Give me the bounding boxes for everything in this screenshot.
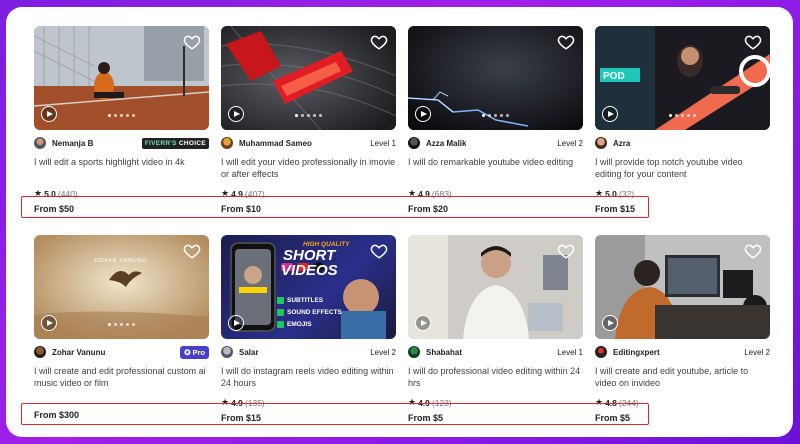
seller-name[interactable]: Shabahat: [426, 348, 557, 357]
seller-row: Salar Level 2: [221, 345, 396, 359]
seller-name[interactable]: Editingxpert: [613, 348, 744, 357]
avatar[interactable]: [34, 346, 46, 358]
carousel-dots[interactable]: [669, 114, 696, 117]
promo-emojis: EMOJIS: [287, 321, 312, 328]
gig-title[interactable]: I will create and edit professional cust…: [34, 365, 209, 389]
thumbnail-caption: ZOHAR VANUNU: [94, 258, 148, 264]
promo-subtitles: SUBTITLES: [287, 297, 324, 304]
seller-row: Nemanja B FIVERR'S CHOICE: [34, 136, 209, 150]
promo-sound: SOUND EFFECTS: [287, 309, 342, 316]
gig-title[interactable]: I will provide top notch youtube video e…: [595, 156, 770, 180]
heart-icon[interactable]: [370, 242, 388, 260]
avatar[interactable]: [408, 346, 420, 358]
gig-title[interactable]: I will edit a sports highlight video in …: [34, 156, 209, 168]
play-icon[interactable]: [228, 315, 244, 331]
heart-icon[interactable]: [557, 33, 575, 51]
play-icon[interactable]: [415, 315, 431, 331]
carousel-dots[interactable]: [108, 114, 135, 117]
seller-name[interactable]: Azza Malik: [426, 139, 557, 148]
carousel-dots[interactable]: [108, 323, 135, 326]
gig-title[interactable]: I will do instagram reels video editing …: [221, 365, 396, 389]
promo-videos: VIDEOS: [281, 262, 338, 279]
heart-icon[interactable]: [183, 33, 201, 51]
seller-name[interactable]: Salar: [239, 348, 370, 357]
gig-thumbnail[interactable]: [34, 26, 209, 130]
gig-thumbnail[interactable]: [408, 26, 583, 130]
avatar[interactable]: [595, 346, 607, 358]
play-icon[interactable]: [41, 106, 57, 122]
fiverrs-choice-badge: FIVERR'S CHOICE: [141, 137, 209, 149]
play-icon[interactable]: [415, 106, 431, 122]
heart-icon[interactable]: [557, 242, 575, 260]
price-highlight-box: [21, 196, 649, 218]
seller-name[interactable]: Azra: [613, 139, 770, 148]
gig-thumbnail[interactable]: [221, 26, 396, 130]
avatar[interactable]: [34, 137, 46, 149]
heart-icon[interactable]: [744, 242, 762, 260]
seller-name[interactable]: Nemanja B: [52, 139, 142, 148]
gig-title[interactable]: I will create and edit youtube, article …: [595, 365, 770, 389]
carousel-dots[interactable]: [482, 114, 509, 117]
gig-thumbnail[interactable]: [595, 235, 770, 339]
seller-row: Azza Malik Level 2: [408, 136, 583, 150]
seller-row: Azra: [595, 136, 770, 150]
seller-level: Level 1: [557, 347, 583, 357]
gig-grid: Nemanja B FIVERR'S CHOICE I will edit a …: [6, 7, 793, 437]
play-icon[interactable]: [602, 106, 618, 122]
seller-row: Muhammad Sameo Level 1: [221, 136, 396, 150]
avatar[interactable]: [595, 137, 607, 149]
play-icon[interactable]: [41, 315, 57, 331]
avatar[interactable]: [408, 137, 420, 149]
seller-name[interactable]: Zohar Vanunu: [52, 348, 180, 357]
gig-thumbnail[interactable]: ZOHAR VANUNU: [34, 235, 209, 339]
play-icon[interactable]: [228, 106, 244, 122]
gig-title[interactable]: I will edit your video professionally in…: [221, 156, 396, 180]
seller-row: Zohar Vanunu ✪ Pro: [34, 345, 209, 359]
gig-results-panel: Nemanja B FIVERR'S CHOICE I will edit a …: [6, 7, 793, 437]
gig-thumbnail[interactable]: [408, 235, 583, 339]
svg-text:POD: POD: [603, 71, 625, 82]
heart-icon[interactable]: [744, 33, 762, 51]
gig-thumbnail[interactable]: HIGH QUALITY SHORT VIDEOS VIDEOS SUBTITL…: [221, 235, 396, 339]
avatar[interactable]: [221, 346, 233, 358]
gig-thumbnail[interactable]: POD: [595, 26, 770, 130]
avatar[interactable]: [221, 137, 233, 149]
heart-icon[interactable]: [370, 33, 388, 51]
pro-icon: ✪: [184, 347, 191, 357]
gig-title[interactable]: I will do remarkable youtube video editi…: [408, 156, 583, 168]
seller-name[interactable]: Muhammad Sameo: [239, 139, 370, 148]
heart-icon[interactable]: [183, 242, 201, 260]
seller-row: Editingxpert Level 2: [595, 345, 770, 359]
seller-level: Level 1: [370, 138, 396, 148]
carousel-dots[interactable]: [295, 114, 322, 117]
seller-row: Shabahat Level 1: [408, 345, 583, 359]
price-highlight-box: [21, 403, 649, 425]
gig-title[interactable]: I will do professional video editing wit…: [408, 365, 583, 389]
play-icon[interactable]: [602, 315, 618, 331]
seller-level: Level 2: [370, 347, 396, 357]
seller-level: Level 2: [744, 347, 770, 357]
pro-badge: ✪ Pro: [180, 345, 209, 359]
seller-level: Level 2: [557, 138, 583, 148]
